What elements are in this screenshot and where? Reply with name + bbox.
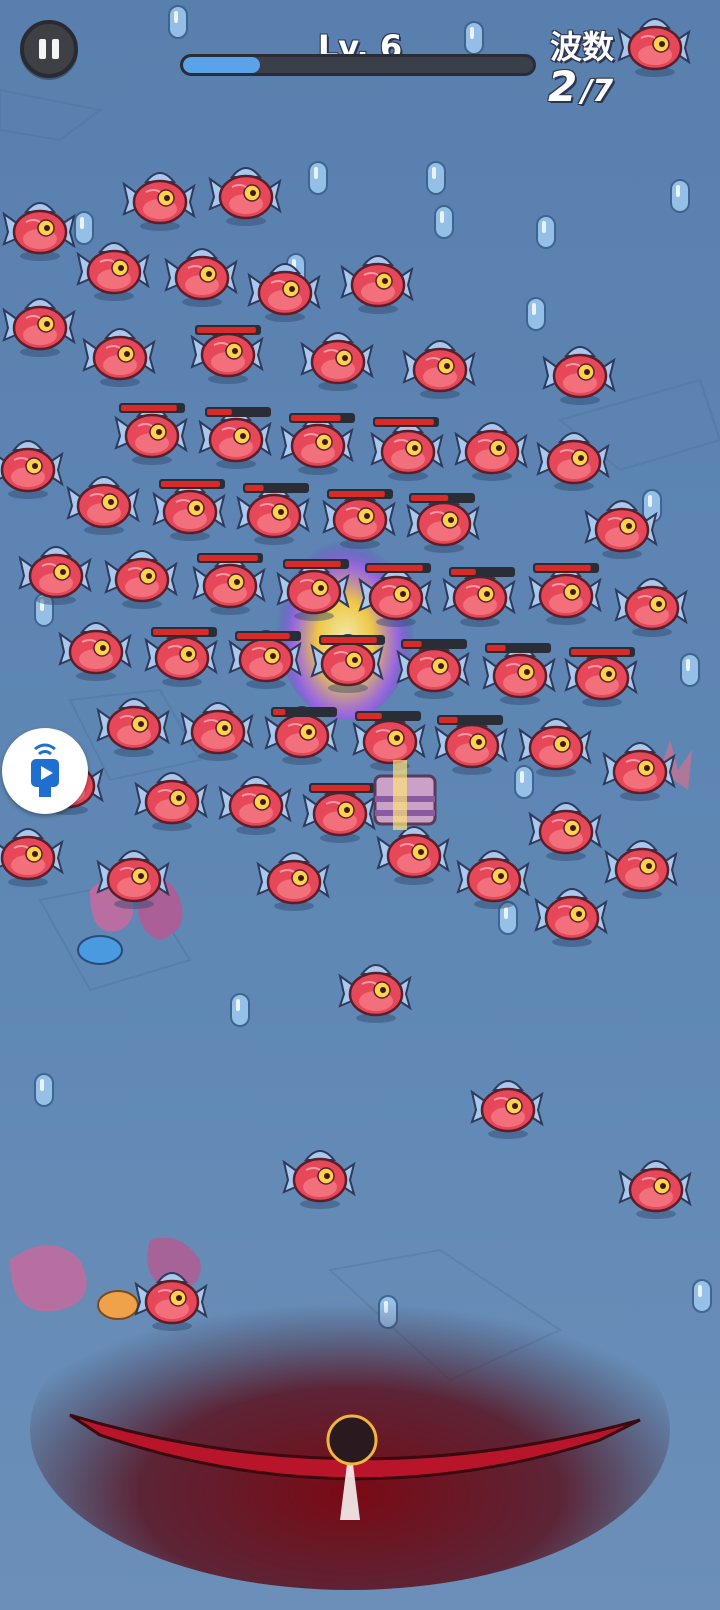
enemy-health-bar	[271, 707, 337, 717]
enemy-health-bar	[485, 643, 551, 653]
bubble-capsule	[168, 5, 188, 39]
bubble-capsule	[230, 993, 250, 1027]
enemy-health-bar	[119, 403, 185, 413]
enemy-health-bar	[319, 635, 385, 645]
enemy-health-bar	[355, 711, 421, 721]
bubble-capsule	[308, 161, 328, 195]
xp-progress-bar	[180, 54, 536, 76]
video-ad-icon	[31, 743, 59, 797]
enemy-health-bar	[533, 563, 599, 573]
wave-total: /7	[581, 74, 614, 109]
video-ad-button[interactable]	[2, 728, 88, 814]
game-scene	[0, 0, 720, 1610]
bubble-capsule	[514, 765, 534, 799]
enemy-health-bar	[449, 567, 515, 577]
enemy-health-bar	[289, 413, 355, 423]
enemy-health-bar	[309, 783, 375, 793]
bubble-capsule	[526, 297, 546, 331]
bubble-capsule	[434, 205, 454, 239]
enemy-health-bar	[205, 407, 271, 417]
enemy-health-bar	[159, 479, 225, 489]
enemy-health-bar	[197, 553, 263, 563]
enemy-health-bar	[327, 489, 393, 499]
enemy-health-bar	[437, 715, 503, 725]
enemy-health-bar	[283, 559, 349, 569]
enemy-health-bar	[243, 483, 309, 493]
enemy-health-bar	[409, 493, 475, 503]
bubble-capsule	[670, 179, 690, 213]
enemy-health-bar	[151, 627, 217, 637]
bubble-capsule	[464, 21, 484, 55]
bubble-capsule	[692, 1279, 712, 1313]
enemy-health-bar	[373, 417, 439, 427]
enemy-health-bar	[235, 631, 301, 641]
pause-button[interactable]	[20, 20, 78, 78]
bubble-capsule	[426, 161, 446, 195]
bubble-capsule	[680, 653, 700, 687]
shell-decoration	[77, 935, 123, 965]
xp-progress-fill	[183, 57, 260, 73]
enemy-health-bar	[195, 325, 261, 335]
enemy-health-bar	[401, 639, 467, 649]
bubble-capsule	[536, 215, 556, 249]
pause-icon	[39, 39, 46, 59]
enemy-health-bar	[569, 647, 635, 657]
wave-counter: 2/7	[548, 62, 613, 111]
enemy-health-bar	[365, 563, 431, 573]
wave-current: 2	[548, 62, 578, 111]
bubble-capsule	[34, 1073, 54, 1107]
bubble-capsule	[74, 211, 94, 245]
